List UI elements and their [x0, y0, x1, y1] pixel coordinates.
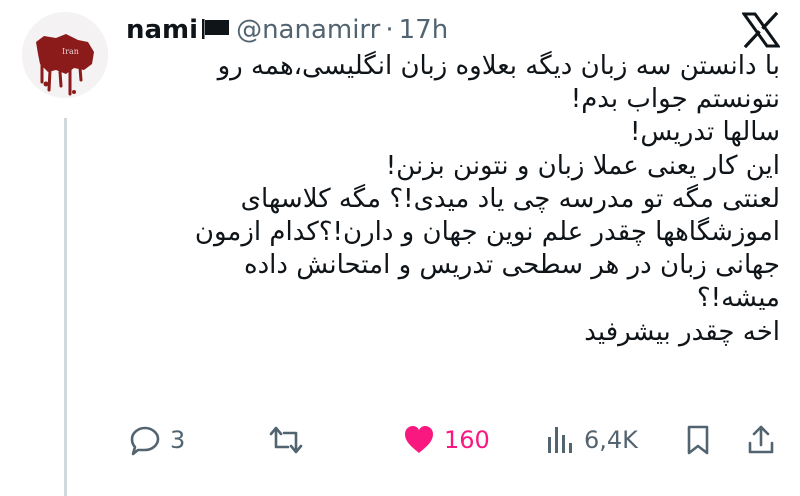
tweet-line: میشه!؟ — [696, 283, 780, 314]
bookmark-button[interactable] — [684, 420, 712, 460]
heart-icon — [405, 426, 433, 453]
tweet-line: اموزشگاهها چقدر علم نوین جهان و دارن!؟کد… — [194, 217, 780, 248]
share-button[interactable] — [746, 420, 776, 460]
timestamp[interactable]: 17h — [399, 15, 449, 45]
views-button[interactable]: 6,4K — [546, 420, 638, 460]
like-count: 160 — [444, 426, 490, 454]
avatar-caption: Iran — [62, 47, 79, 56]
views-count: 6,4K — [584, 426, 638, 454]
retweet-icon — [269, 426, 303, 454]
separator-dot: · — [385, 15, 394, 45]
reply-icon — [130, 426, 160, 456]
avatar-image: Iran — [22, 12, 108, 98]
reply-button[interactable]: 3 — [128, 420, 185, 460]
tweet-line: جهانی زبان در هر سطحی تدریس و امتحانش دا… — [243, 250, 780, 281]
retweet-button[interactable] — [268, 420, 312, 460]
bookmark-icon — [687, 425, 709, 455]
tweet-line: اخه چقدر بیشرفید — [584, 316, 780, 347]
x-logo-icon[interactable] — [741, 11, 781, 49]
tweet-header: nami @nanamirr · 17h — [126, 12, 448, 48]
tweet-line: لعنتی مگه تو مدرسه چی یاد میدی!؟ مگه کلا… — [240, 183, 780, 214]
tweet-text: با دانستن سه زبان دیگه بعلاوه زبان انگلی… — [140, 50, 780, 349]
tweet-line: نتونستم جواب بدم! — [570, 84, 780, 115]
like-button[interactable]: 160 — [402, 420, 490, 460]
black-flag-icon — [202, 19, 230, 39]
share-icon — [748, 425, 774, 454]
views-icon — [548, 427, 572, 453]
avatar[interactable]: Iran — [22, 12, 108, 98]
thread-line — [64, 118, 67, 496]
author-name[interactable]: nami — [126, 15, 198, 45]
tweet-line: این کار یعنی عملا زبان و نتونن بزنن! — [385, 150, 780, 181]
tweet-line: سالها تدریس! — [629, 117, 780, 148]
tweet-line: با دانستن سه زبان دیگه بعلاوه زبان انگلی… — [217, 51, 780, 81]
reply-count: 3 — [170, 426, 186, 454]
author-handle[interactable]: @nanamirr — [236, 15, 380, 45]
